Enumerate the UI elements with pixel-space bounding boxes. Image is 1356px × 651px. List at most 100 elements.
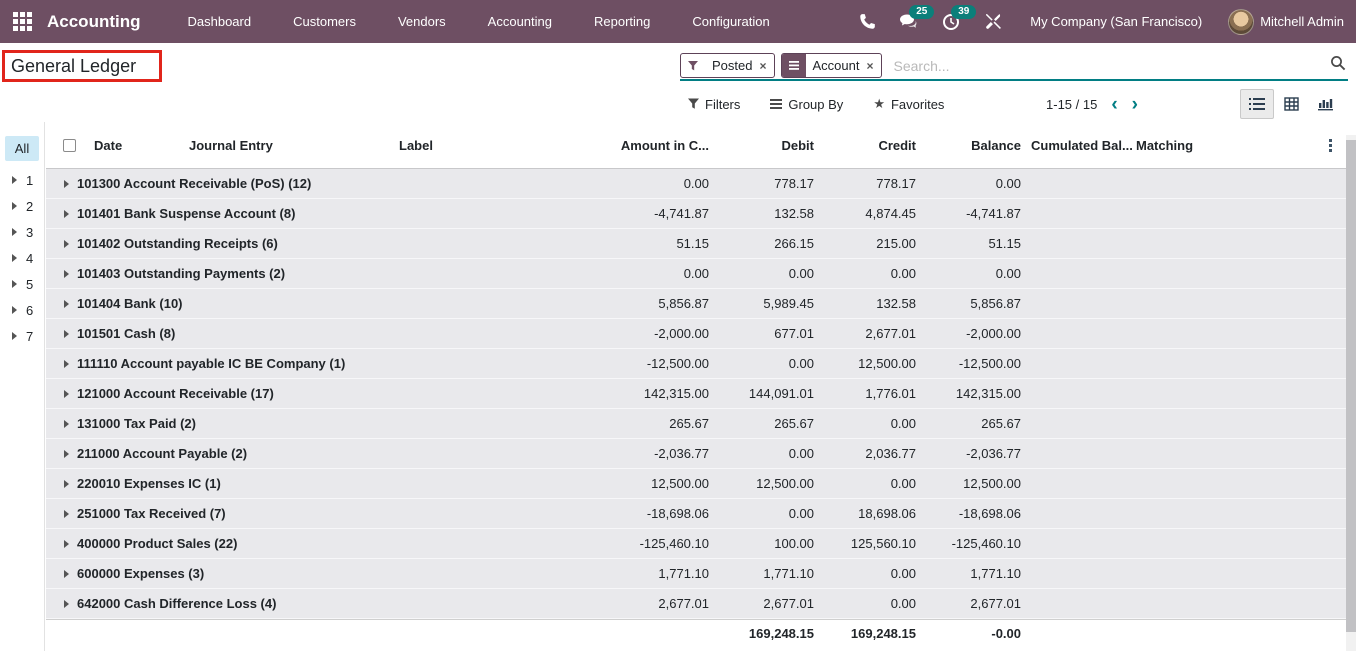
balance-cell: -12,500.00 <box>922 356 1027 371</box>
sidebar-item-label: 4 <box>26 251 33 266</box>
account-group-label: 101501 Cash (8) <box>77 326 175 341</box>
pager-next-icon[interactable]: › <box>1132 95 1138 114</box>
column-header-cumulated-bal[interactable]: Cumulated Bal... <box>1027 138 1132 153</box>
search-input[interactable] <box>888 58 1331 74</box>
pager-previous-icon[interactable]: ‹ <box>1111 95 1117 114</box>
sidebar-item-label: 6 <box>26 303 33 318</box>
company-switcher[interactable]: My Company (San Francisco) <box>1016 14 1224 29</box>
select-all-checkbox[interactable] <box>63 139 76 152</box>
credit-cell: 0.00 <box>820 476 922 491</box>
column-header-journal-entry[interactable]: Journal Entry <box>185 138 395 153</box>
table-row[interactable]: 101300 Account Receivable (PoS) (12)0.00… <box>46 169 1346 199</box>
list-view-button[interactable] <box>1240 89 1274 119</box>
menu-item-accounting[interactable]: Accounting <box>467 0 573 43</box>
table-row[interactable]: 101404 Bank (10)5,856.875,989.45132.585,… <box>46 289 1346 319</box>
table-row[interactable]: 251000 Tax Received (7)-18,698.060.0018,… <box>46 499 1346 529</box>
table-row[interactable]: 121000 Account Receivable (17)142,315.00… <box>46 379 1346 409</box>
menu-item-configuration[interactable]: Configuration <box>671 0 790 43</box>
column-header-amount-in-c[interactable]: Amount in C... <box>530 138 715 153</box>
column-header-matching[interactable]: Matching <box>1132 138 1252 153</box>
table-header: DateJournal EntryLabelAmount in C...Debi… <box>46 122 1346 169</box>
group-row-name: 101404 Bank (10) <box>46 296 530 311</box>
app-name[interactable]: Accounting <box>47 12 141 32</box>
group-by-icon <box>770 99 782 109</box>
search-icon[interactable] <box>1330 55 1346 76</box>
balance-cell: 51.15 <box>922 236 1027 251</box>
group-by-button[interactable]: Group By <box>770 97 843 112</box>
phone-icon[interactable] <box>848 0 886 43</box>
menu-item-vendors[interactable]: Vendors <box>377 0 467 43</box>
sidebar-item-all[interactable]: All <box>5 136 39 161</box>
account-group-label: 642000 Cash Difference Loss (4) <box>77 596 276 611</box>
credit-cell: 2,677.01 <box>820 326 922 341</box>
messages-icon[interactable]: 25 <box>890 0 928 43</box>
tools-icon[interactable] <box>974 0 1012 43</box>
table-row[interactable]: 101401 Bank Suspense Account (8)-4,741.8… <box>46 199 1346 229</box>
account-group-label: 101401 Bank Suspense Account (8) <box>77 206 295 221</box>
account-group-label: 220010 Expenses IC (1) <box>77 476 221 491</box>
table-row[interactable]: 600000 Expenses (3)1,771.101,771.100.001… <box>46 559 1346 589</box>
filters-button[interactable]: Filters <box>688 97 740 112</box>
credit-cell: 18,698.06 <box>820 506 922 521</box>
table-row[interactable]: 101403 Outstanding Payments (2)0.000.000… <box>46 259 1346 289</box>
debit-cell: 266.15 <box>715 236 820 251</box>
amount-in-currency-cell: -12,500.00 <box>530 356 715 371</box>
group-sidebar: All 123 4 5 6 7 <box>0 122 45 651</box>
table-row[interactable]: 131000 Tax Paid (2)265.67265.670.00265.6… <box>46 409 1346 439</box>
debit-cell: 1,771.10 <box>715 566 820 581</box>
vertical-scrollbar[interactable] <box>1346 135 1356 651</box>
control-panel: General Ledger Posted×Account× Filters G… <box>0 43 1356 122</box>
table-row[interactable]: 220010 Expenses IC (1)12,500.0012,500.00… <box>46 469 1346 499</box>
activities-clock-icon[interactable]: 39 <box>932 0 970 43</box>
sidebar-item-7[interactable]: 7 <box>0 323 44 349</box>
table-row[interactable]: 101501 Cash (8)-2,000.00677.012,677.01-2… <box>46 319 1346 349</box>
group-row-name: 101501 Cash (8) <box>46 326 530 341</box>
sidebar-item-1[interactable]: 1 <box>0 167 44 193</box>
apps-menu-icon[interactable] <box>13 12 33 32</box>
user-menu[interactable]: Mitchell Admin <box>1228 9 1350 35</box>
optional-columns-icon[interactable] <box>1329 139 1332 152</box>
table-row[interactable]: 642000 Cash Difference Loss (4)2,677.012… <box>46 589 1346 619</box>
column-header-debit[interactable]: Debit <box>715 138 820 153</box>
table-row[interactable]: 211000 Account Payable (2)-2,036.770.002… <box>46 439 1346 469</box>
expand-caret-icon <box>12 280 17 288</box>
group-row-name: 111110 Account payable IC BE Company (1) <box>46 356 530 371</box>
facet-remove-icon[interactable]: × <box>759 54 773 77</box>
group-row-name: 121000 Account Receivable (17) <box>46 386 530 401</box>
menu-item-dashboard[interactable]: Dashboard <box>167 0 273 43</box>
pivot-view-button[interactable] <box>1274 89 1308 119</box>
sidebar-item-4[interactable]: 4 <box>0 245 44 271</box>
debit-cell: 0.00 <box>715 356 820 371</box>
sidebar-item-3[interactable]: 3 <box>0 219 44 245</box>
scrollbar-thumb[interactable] <box>1346 140 1356 632</box>
sidebar-item-5[interactable]: 5 <box>0 271 44 297</box>
balance-cell: -18,698.06 <box>922 506 1027 521</box>
balance-cell: 0.00 <box>922 266 1027 281</box>
search-facet-posted[interactable]: Posted× <box>680 53 775 78</box>
balance-cell: 5,856.87 <box>922 296 1027 311</box>
table-row[interactable]: 111110 Account payable IC BE Company (1)… <box>46 349 1346 379</box>
menu-item-reporting[interactable]: Reporting <box>573 0 671 43</box>
expand-caret-icon <box>12 176 17 184</box>
column-header-credit[interactable]: Credit <box>820 138 922 153</box>
sidebar-item-2[interactable]: 2 <box>0 193 44 219</box>
credit-cell: 778.17 <box>820 176 922 191</box>
credit-cell: 0.00 <box>820 566 922 581</box>
column-header-label[interactable]: Label <box>395 138 530 153</box>
graph-view-button[interactable] <box>1308 89 1342 119</box>
account-group-label: 131000 Tax Paid (2) <box>77 416 196 431</box>
sidebar-item-6[interactable]: 6 <box>0 297 44 323</box>
expand-caret-icon <box>64 390 69 398</box>
table-row[interactable]: 101402 Outstanding Receipts (6)51.15266.… <box>46 229 1346 259</box>
search-facets: Posted×Account× <box>680 53 888 78</box>
column-header-balance[interactable]: Balance <box>922 138 1027 153</box>
credit-cell: 1,776.01 <box>820 386 922 401</box>
amount-in-currency-cell: 142,315.00 <box>530 386 715 401</box>
column-header-date[interactable]: Date <box>90 138 185 153</box>
search-facet-account[interactable]: Account× <box>781 53 882 78</box>
top-navbar: Accounting DashboardCustomersVendorsAcco… <box>0 0 1356 43</box>
facet-remove-icon[interactable]: × <box>866 54 880 77</box>
table-row[interactable]: 400000 Product Sales (22)-125,460.10100.… <box>46 529 1346 559</box>
menu-item-customers[interactable]: Customers <box>272 0 377 43</box>
favorites-button[interactable]: ★ Favorites <box>873 96 944 112</box>
